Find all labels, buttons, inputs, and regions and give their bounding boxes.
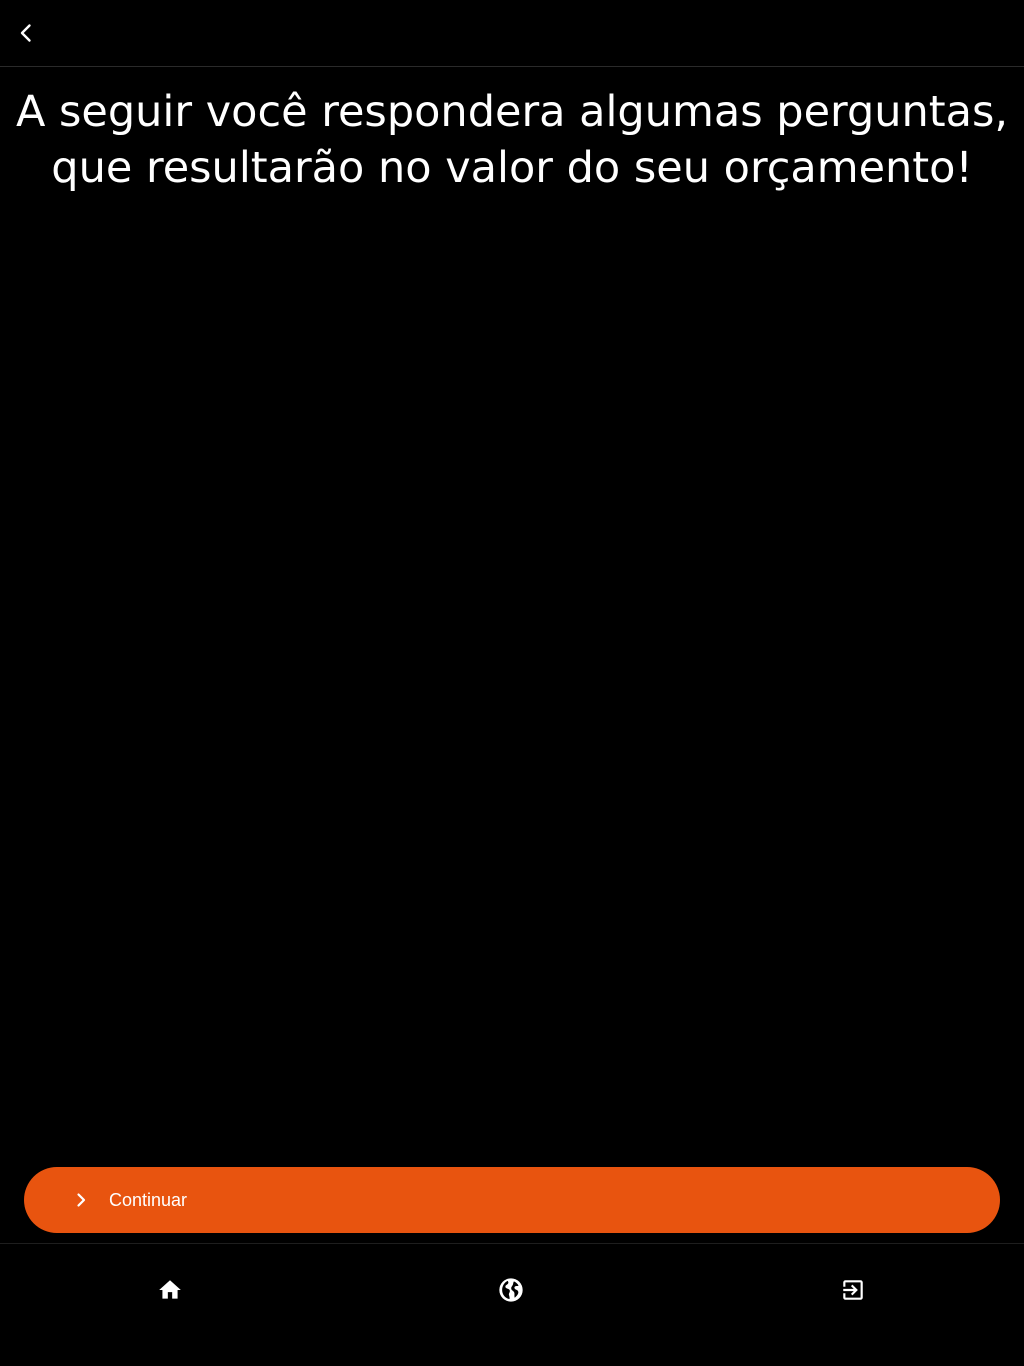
page-headline: A seguir você respondera algumas pergunt… — [0, 84, 1024, 196]
app-screen: A seguir você respondera algumas pergunt… — [0, 0, 1024, 1366]
home-icon — [157, 1277, 183, 1308]
nav-exit-button[interactable] — [823, 1266, 883, 1318]
continue-button-label: Continuar — [109, 1190, 188, 1210]
globe-icon — [497, 1276, 525, 1309]
chevron-right-icon — [72, 1191, 90, 1209]
headline-line-1: A seguir você respondera algumas pergunt… — [15, 87, 1009, 137]
continue-button[interactable]: Continuar — [24, 1167, 1000, 1233]
headline-line-2: que resultarão no valor do seu orçamento… — [51, 143, 973, 193]
back-button[interactable] — [4, 11, 48, 55]
nav-globe-button[interactable] — [481, 1266, 541, 1318]
top-bar — [0, 0, 1024, 67]
exit-icon — [840, 1277, 866, 1308]
chevron-left-icon — [14, 21, 38, 45]
bottom-navigation — [0, 1243, 1024, 1366]
nav-home-button[interactable] — [140, 1266, 200, 1318]
